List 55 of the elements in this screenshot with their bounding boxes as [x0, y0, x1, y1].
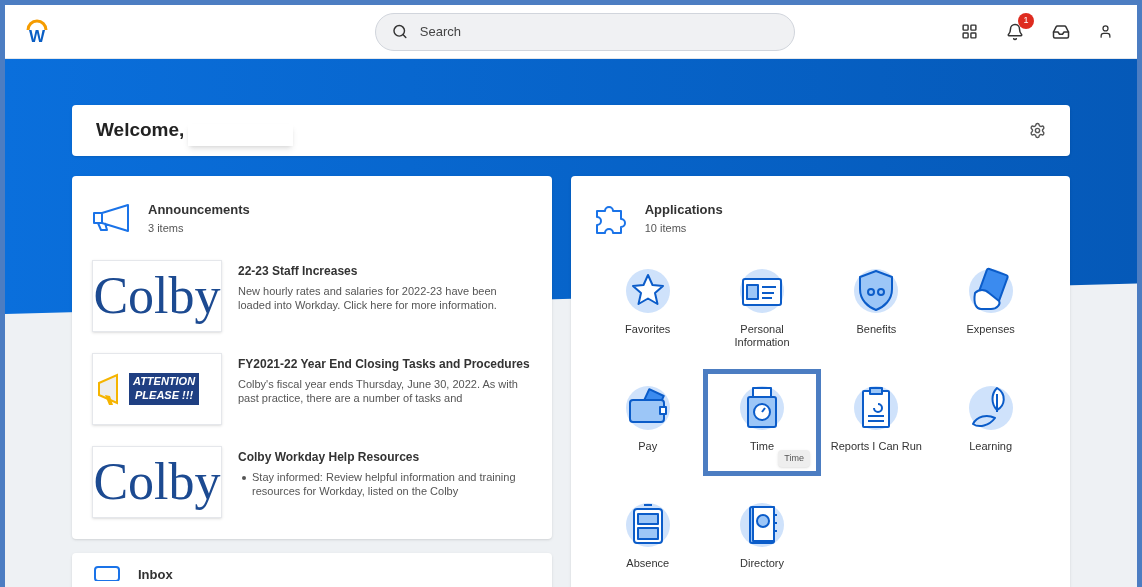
application-icon: [738, 267, 787, 315]
application-label: Pay: [637, 440, 659, 453]
application-label: Learning: [968, 440, 1014, 453]
application-label: Expenses: [965, 323, 1016, 336]
application-icon: [738, 501, 787, 549]
megaphone-icon: [92, 203, 132, 233]
announcement-title: FY2021-22 Year End Closing Tasks and Procedures: [238, 356, 531, 373]
logo-arc-icon: [25, 18, 49, 31]
workday-logo[interactable]: W: [25, 18, 49, 45]
search-icon: [392, 23, 408, 40]
announcement-item[interactable]: ATTENTION PLEASE !!! FY2021-22 Year End Closing Tasks and Procedures Colby's fiscal year ends Thursday, June 30, 2022. As with past practice, there are a number of tasks and: [92, 353, 532, 425]
thumbnail-logo-text: Colby: [93, 456, 221, 508]
application-label: Favorites: [624, 323, 672, 336]
application-label: Reports I Can Run: [829, 440, 923, 453]
application-label: Absence: [625, 557, 671, 570]
logo-letter: W: [28, 27, 45, 45]
notification-badge: 1: [1018, 12, 1034, 29]
settings-icon[interactable]: [1029, 122, 1046, 139]
application-icon: [623, 501, 672, 549]
welcome-title: Welcome,: [96, 118, 185, 143]
announcement-text: New hourly rates and salaries for 2022-23 have been loaded into Workday. Click here for more information.: [238, 284, 498, 312]
application-label: Benefits: [855, 323, 898, 336]
notifications-icon[interactable]: [1006, 22, 1024, 41]
search-field[interactable]: Search: [375, 12, 795, 51]
banner-text: ATTENTION: [133, 375, 196, 389]
apps-grid-icon[interactable]: [961, 23, 978, 40]
application-icon: [852, 384, 901, 432]
application-icon: [738, 384, 787, 432]
item-count: 3 items: [148, 220, 185, 236]
application-icon: [852, 267, 901, 315]
announcement-item[interactable]: Colby Colby Workday Help Resources Stay informed: Review helpful information and training resources for Workday, listed on the Colby: [92, 446, 532, 518]
banner-text: PLEASE !!!: [135, 389, 194, 403]
card-title: Announcements: [148, 201, 250, 219]
item-count: 10 items: [644, 220, 688, 236]
profile-icon[interactable]: [1098, 24, 1113, 39]
tooltip: Time: [778, 449, 811, 467]
application-icon: [623, 384, 672, 432]
announcement-text: Stay informed: Review helpful information and training resources for Workday, listed on the Colby: [252, 470, 517, 498]
card-title: Inbox: [138, 566, 173, 584]
announcement-title: Colby Workday Help Resources: [238, 449, 421, 466]
thumbnail-logo-text: Colby: [93, 270, 221, 322]
application-label: Directory: [739, 557, 786, 570]
card-title: Applications: [644, 201, 723, 219]
application-tile[interactable]: Time Time: [703, 369, 822, 476]
application-icon: [623, 267, 672, 315]
application-icon: [966, 384, 1015, 432]
announcement-title: 22-23 Staff Increases: [238, 263, 359, 280]
inbox-icon[interactable]: [1052, 22, 1070, 41]
application-label: Time: [749, 440, 776, 453]
announcement-text: Colby's fiscal year ends Thursday, June 30, 2022. As with past practice, there are a number of tasks and: [238, 377, 519, 405]
application-label: Personal Information: [733, 323, 791, 349]
announcement-item[interactable]: Colby 22-23 Staff Increases New hourly rates and salaries for 2022-23 have been loaded into Workday. Click here for more information.: [92, 260, 532, 332]
tray-icon: [92, 565, 122, 581]
search-input: Search: [419, 21, 778, 42]
application-icon: [966, 267, 1015, 315]
